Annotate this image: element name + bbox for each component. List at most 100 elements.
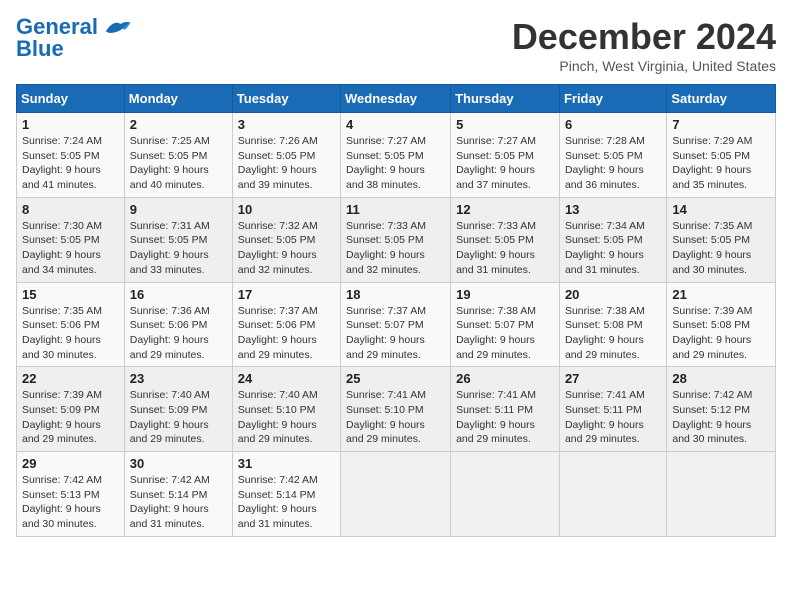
day-info: Sunrise: 7:36 AM Sunset: 5:06 PM Dayligh… xyxy=(130,304,227,363)
day-info: Sunrise: 7:25 AM Sunset: 5:05 PM Dayligh… xyxy=(130,134,227,193)
calendar-cell: 10 Sunrise: 7:32 AM Sunset: 5:05 PM Dayli… xyxy=(232,197,340,282)
calendar-cell: 26 Sunrise: 7:41 AM Sunset: 5:11 PM Dayli… xyxy=(451,367,560,452)
day-info: Sunrise: 7:33 AM Sunset: 5:05 PM Dayligh… xyxy=(346,219,445,278)
day-info: Sunrise: 7:24 AM Sunset: 5:05 PM Dayligh… xyxy=(22,134,119,193)
calendar-cell: 20Sunrise: 7:38 AM Sunset: 5:08 PM Dayli… xyxy=(559,282,666,367)
calendar-cell: 2Sunrise: 7:25 AM Sunset: 5:05 PM Daylig… xyxy=(124,113,232,198)
day-number: 18 xyxy=(346,287,445,302)
calendar-cell: 30 Sunrise: 7:42 AM Sunset: 5:14 PM Dayli… xyxy=(124,452,232,537)
day-number: 25 xyxy=(346,371,445,386)
calendar-header: SundayMondayTuesdayWednesdayThursdayFrid… xyxy=(17,85,776,113)
calendar-cell: 9Sunrise: 7:31 AM Sunset: 5:05 PM Daylig… xyxy=(124,197,232,282)
day-number: 31 xyxy=(238,456,335,471)
logo: General Blue xyxy=(16,16,132,60)
calendar-cell: 4Sunrise: 7:27 AM Sunset: 5:05 PM Daylig… xyxy=(341,113,451,198)
calendar-cell: 19 Sunrise: 7:38 AM Sunset: 5:07 PM Dayli… xyxy=(451,282,560,367)
calendar-cell: 23 Sunrise: 7:40 AM Sunset: 5:09 PM Dayli… xyxy=(124,367,232,452)
title-area: December 2024 Pinch, West Virginia, Unit… xyxy=(512,16,776,74)
calendar-cell: 29Sunrise: 7:42 AM Sunset: 5:13 PM Dayli… xyxy=(17,452,125,537)
calendar-cell: 11 Sunrise: 7:33 AM Sunset: 5:05 PM Dayli… xyxy=(341,197,451,282)
day-number: 8 xyxy=(22,202,119,217)
calendar-cell: 13 Sunrise: 7:34 AM Sunset: 5:05 PM Dayli… xyxy=(559,197,666,282)
calendar-cell: 5Sunrise: 7:27 AM Sunset: 5:05 PM Daylig… xyxy=(451,113,560,198)
calendar-cell: 25 Sunrise: 7:41 AM Sunset: 5:10 PM Dayli… xyxy=(341,367,451,452)
calendar-cell xyxy=(667,452,776,537)
calendar-cell: 6 Sunrise: 7:28 AM Sunset: 5:05 PM Daylig… xyxy=(559,113,666,198)
day-info: Sunrise: 7:42 AM Sunset: 5:14 PM Dayligh… xyxy=(130,473,227,532)
calendar-cell: 18Sunrise: 7:37 AM Sunset: 5:07 PM Dayli… xyxy=(341,282,451,367)
day-number: 7 xyxy=(672,117,770,132)
day-number: 19 xyxy=(456,287,554,302)
day-info: Sunrise: 7:40 AM Sunset: 5:10 PM Dayligh… xyxy=(238,388,335,447)
calendar-cell: 16 Sunrise: 7:36 AM Sunset: 5:06 PM Dayli… xyxy=(124,282,232,367)
day-number: 29 xyxy=(22,456,119,471)
day-info: Sunrise: 7:37 AM Sunset: 5:06 PM Dayligh… xyxy=(238,304,335,363)
header-monday: Monday xyxy=(124,85,232,113)
location-subtitle: Pinch, West Virginia, United States xyxy=(512,58,776,74)
day-number: 10 xyxy=(238,202,335,217)
day-info: Sunrise: 7:35 AM Sunset: 5:05 PM Dayligh… xyxy=(672,219,770,278)
day-number: 28 xyxy=(672,371,770,386)
day-info: Sunrise: 7:42 AM Sunset: 5:14 PM Dayligh… xyxy=(238,473,335,532)
day-number: 4 xyxy=(346,117,445,132)
calendar-cell: 22 Sunrise: 7:39 AM Sunset: 5:09 PM Dayli… xyxy=(17,367,125,452)
day-info: Sunrise: 7:41 AM Sunset: 5:10 PM Dayligh… xyxy=(346,388,445,447)
header-friday: Friday xyxy=(559,85,666,113)
calendar-cell: 15 Sunrise: 7:35 AM Sunset: 5:06 PM Dayli… xyxy=(17,282,125,367)
calendar-cell: 7 Sunrise: 7:29 AM Sunset: 5:05 PM Daylig… xyxy=(667,113,776,198)
day-info: Sunrise: 7:32 AM Sunset: 5:05 PM Dayligh… xyxy=(238,219,335,278)
calendar-cell: 1Sunrise: 7:24 AM Sunset: 5:05 PM Daylig… xyxy=(17,113,125,198)
day-number: 23 xyxy=(130,371,227,386)
calendar-cell: 17 Sunrise: 7:37 AM Sunset: 5:06 PM Dayli… xyxy=(232,282,340,367)
week-row-4: 22 Sunrise: 7:39 AM Sunset: 5:09 PM Dayli… xyxy=(17,367,776,452)
day-info: Sunrise: 7:39 AM Sunset: 5:09 PM Dayligh… xyxy=(22,388,119,447)
header-wednesday: Wednesday xyxy=(341,85,451,113)
day-number: 26 xyxy=(456,371,554,386)
day-number: 16 xyxy=(130,287,227,302)
calendar-cell: 31 Sunrise: 7:42 AM Sunset: 5:14 PM Dayli… xyxy=(232,452,340,537)
day-info: Sunrise: 7:26 AM Sunset: 5:05 PM Dayligh… xyxy=(238,134,335,193)
day-number: 13 xyxy=(565,202,661,217)
day-info: Sunrise: 7:29 AM Sunset: 5:05 PM Dayligh… xyxy=(672,134,770,193)
day-number: 27 xyxy=(565,371,661,386)
week-row-3: 15 Sunrise: 7:35 AM Sunset: 5:06 PM Dayli… xyxy=(17,282,776,367)
day-number: 17 xyxy=(238,287,335,302)
day-info: Sunrise: 7:34 AM Sunset: 5:05 PM Dayligh… xyxy=(565,219,661,278)
day-number: 20 xyxy=(565,287,661,302)
week-row-5: 29Sunrise: 7:42 AM Sunset: 5:13 PM Dayli… xyxy=(17,452,776,537)
day-info: Sunrise: 7:31 AM Sunset: 5:05 PM Dayligh… xyxy=(130,219,227,278)
month-title: December 2024 xyxy=(512,16,776,58)
calendar-table: SundayMondayTuesdayWednesdayThursdayFrid… xyxy=(16,84,776,537)
logo-bird-icon xyxy=(102,18,132,36)
day-number: 24 xyxy=(238,371,335,386)
day-info: Sunrise: 7:41 AM Sunset: 5:11 PM Dayligh… xyxy=(565,388,661,447)
day-number: 15 xyxy=(22,287,119,302)
day-info: Sunrise: 7:38 AM Sunset: 5:07 PM Dayligh… xyxy=(456,304,554,363)
day-number: 30 xyxy=(130,456,227,471)
day-info: Sunrise: 7:33 AM Sunset: 5:05 PM Dayligh… xyxy=(456,219,554,278)
day-info: Sunrise: 7:41 AM Sunset: 5:11 PM Dayligh… xyxy=(456,388,554,447)
day-number: 12 xyxy=(456,202,554,217)
day-number: 21 xyxy=(672,287,770,302)
calendar-cell xyxy=(559,452,666,537)
day-info: Sunrise: 7:39 AM Sunset: 5:08 PM Dayligh… xyxy=(672,304,770,363)
day-info: Sunrise: 7:40 AM Sunset: 5:09 PM Dayligh… xyxy=(130,388,227,447)
week-row-2: 8 Sunrise: 7:30 AM Sunset: 5:05 PM Daylig… xyxy=(17,197,776,282)
calendar-cell: 28 Sunrise: 7:42 AM Sunset: 5:12 PM Dayli… xyxy=(667,367,776,452)
day-number: 6 xyxy=(565,117,661,132)
header-saturday: Saturday xyxy=(667,85,776,113)
calendar-cell: 12 Sunrise: 7:33 AM Sunset: 5:05 PM Dayli… xyxy=(451,197,560,282)
day-info: Sunrise: 7:35 AM Sunset: 5:06 PM Dayligh… xyxy=(22,304,119,363)
week-row-1: 1Sunrise: 7:24 AM Sunset: 5:05 PM Daylig… xyxy=(17,113,776,198)
day-info: Sunrise: 7:30 AM Sunset: 5:05 PM Dayligh… xyxy=(22,219,119,278)
day-info: Sunrise: 7:42 AM Sunset: 5:12 PM Dayligh… xyxy=(672,388,770,447)
logo-text: General xyxy=(16,16,98,38)
header-tuesday: Tuesday xyxy=(232,85,340,113)
day-number: 22 xyxy=(22,371,119,386)
calendar-cell: 8 Sunrise: 7:30 AM Sunset: 5:05 PM Daylig… xyxy=(17,197,125,282)
day-number: 11 xyxy=(346,202,445,217)
page-header: General Blue December 2024 Pinch, West V… xyxy=(16,16,776,74)
day-info: Sunrise: 7:28 AM Sunset: 5:05 PM Dayligh… xyxy=(565,134,661,193)
calendar-cell: 27 Sunrise: 7:41 AM Sunset: 5:11 PM Dayli… xyxy=(559,367,666,452)
day-number: 14 xyxy=(672,202,770,217)
